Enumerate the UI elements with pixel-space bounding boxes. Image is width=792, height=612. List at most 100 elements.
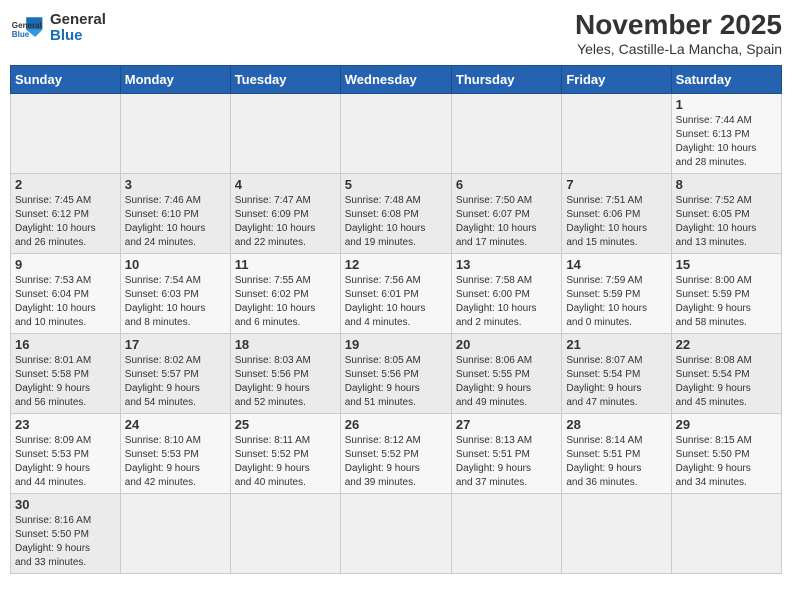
calendar-cell: 5 Sunrise: 7:48 AM Sunset: 6:08 PM Daylig… (340, 173, 451, 253)
day-number: 11 (235, 257, 336, 272)
calendar-cell: 22Sunrise: 8:08 AM Sunset: 5:54 PM Dayli… (671, 333, 781, 413)
weekday-header-saturday: Saturday (671, 65, 781, 93)
day-number: 26 (345, 417, 447, 432)
calendar-cell: 24 Sunrise: 8:10 AM Sunset: 5:53 PM Dayli… (120, 413, 230, 493)
calendar-cell (230, 493, 340, 573)
calendar-week-row: 23 Sunrise: 8:09 AM Sunset: 5:53 PM Dayli… (11, 413, 782, 493)
calendar-cell (562, 493, 671, 573)
calendar-week-row: 1Sunrise: 7:44 AM Sunset: 6:13 PM Daylig… (11, 93, 782, 173)
day-info: Sunrise: 8:02 AM Sunset: 5:57 PM Dayligh… (125, 354, 226, 410)
calendar-title: November 2025 (575, 10, 782, 41)
logo-general-text: General (50, 12, 106, 29)
weekday-header-thursday: Thursday (451, 65, 561, 93)
day-info: Sunrise: 8:13 AM Sunset: 5:51 PM Dayligh… (456, 434, 557, 490)
calendar-table: SundayMondayTuesdayWednesdayThursdayFrid… (10, 65, 782, 574)
calendar-cell: 16Sunrise: 8:01 AM Sunset: 5:58 PM Dayli… (11, 333, 121, 413)
logo-blue-text: Blue (50, 28, 106, 45)
day-info: Sunrise: 7:47 AM Sunset: 6:09 PM Dayligh… (235, 194, 336, 250)
calendar-cell (671, 493, 781, 573)
calendar-cell: 1Sunrise: 7:44 AM Sunset: 6:13 PM Daylig… (671, 93, 781, 173)
calendar-cell (11, 93, 121, 173)
page-header: General Blue General Blue November 2025 … (10, 10, 782, 57)
weekday-header-row: SundayMondayTuesdayWednesdayThursdayFrid… (11, 65, 782, 93)
day-number: 7 (566, 177, 666, 192)
calendar-cell: 30 Sunrise: 8:16 AM Sunset: 5:50 PM Dayli… (11, 493, 121, 573)
calendar-cell: 20Sunrise: 8:06 AM Sunset: 5:55 PM Dayli… (451, 333, 561, 413)
day-info: Sunrise: 7:45 AM Sunset: 6:12 PM Dayligh… (15, 194, 116, 250)
day-number: 10 (125, 257, 226, 272)
calendar-cell: 9Sunrise: 7:53 AM Sunset: 6:04 PM Daylig… (11, 253, 121, 333)
weekday-header-friday: Friday (562, 65, 671, 93)
day-info: Sunrise: 7:50 AM Sunset: 6:07 PM Dayligh… (456, 194, 557, 250)
day-number: 24 (125, 417, 226, 432)
calendar-cell (120, 493, 230, 573)
day-number: 17 (125, 337, 226, 352)
day-number: 27 (456, 417, 557, 432)
calendar-cell (340, 93, 451, 173)
svg-text:Blue: Blue (12, 30, 30, 39)
calendar-cell: 19 Sunrise: 8:05 AM Sunset: 5:56 PM Dayli… (340, 333, 451, 413)
day-number: 19 (345, 337, 447, 352)
day-number: 2 (15, 177, 116, 192)
calendar-week-row: 9Sunrise: 7:53 AM Sunset: 6:04 PM Daylig… (11, 253, 782, 333)
calendar-cell: 4 Sunrise: 7:47 AM Sunset: 6:09 PM Daylig… (230, 173, 340, 253)
day-number: 29 (676, 417, 777, 432)
day-number: 14 (566, 257, 666, 272)
day-info: Sunrise: 7:52 AM Sunset: 6:05 PM Dayligh… (676, 194, 777, 250)
calendar-cell: 7Sunrise: 7:51 AM Sunset: 6:06 PM Daylig… (562, 173, 671, 253)
day-number: 18 (235, 337, 336, 352)
calendar-cell: 25 Sunrise: 8:11 AM Sunset: 5:52 PM Dayli… (230, 413, 340, 493)
logo: General Blue General Blue (10, 10, 106, 46)
day-info: Sunrise: 7:59 AM Sunset: 5:59 PM Dayligh… (566, 274, 666, 330)
calendar-cell: 29 Sunrise: 8:15 AM Sunset: 5:50 PM Dayli… (671, 413, 781, 493)
day-info: Sunrise: 8:15 AM Sunset: 5:50 PM Dayligh… (676, 434, 777, 490)
calendar-cell (230, 93, 340, 173)
day-info: Sunrise: 8:00 AM Sunset: 5:59 PM Dayligh… (676, 274, 777, 330)
day-number: 30 (15, 497, 116, 512)
day-info: Sunrise: 8:10 AM Sunset: 5:53 PM Dayligh… (125, 434, 226, 490)
day-info: Sunrise: 7:55 AM Sunset: 6:02 PM Dayligh… (235, 274, 336, 330)
day-number: 23 (15, 417, 116, 432)
calendar-cell: 21 Sunrise: 8:07 AM Sunset: 5:54 PM Dayli… (562, 333, 671, 413)
day-number: 25 (235, 417, 336, 432)
day-number: 21 (566, 337, 666, 352)
calendar-cell (120, 93, 230, 173)
day-number: 5 (345, 177, 447, 192)
day-info: Sunrise: 8:07 AM Sunset: 5:54 PM Dayligh… (566, 354, 666, 410)
calendar-cell: 2 Sunrise: 7:45 AM Sunset: 6:12 PM Daylig… (11, 173, 121, 253)
calendar-cell: 3Sunrise: 7:46 AM Sunset: 6:10 PM Daylig… (120, 173, 230, 253)
day-info: Sunrise: 8:06 AM Sunset: 5:55 PM Dayligh… (456, 354, 557, 410)
day-info: Sunrise: 8:01 AM Sunset: 5:58 PM Dayligh… (15, 354, 116, 410)
day-info: Sunrise: 8:05 AM Sunset: 5:56 PM Dayligh… (345, 354, 447, 410)
calendar-week-row: 16Sunrise: 8:01 AM Sunset: 5:58 PM Dayli… (11, 333, 782, 413)
day-info: Sunrise: 7:58 AM Sunset: 6:00 PM Dayligh… (456, 274, 557, 330)
day-number: 6 (456, 177, 557, 192)
calendar-cell: 15 Sunrise: 8:00 AM Sunset: 5:59 PM Dayli… (671, 253, 781, 333)
day-info: Sunrise: 8:16 AM Sunset: 5:50 PM Dayligh… (15, 514, 116, 570)
weekday-header-monday: Monday (120, 65, 230, 93)
calendar-cell: 26Sunrise: 8:12 AM Sunset: 5:52 PM Dayli… (340, 413, 451, 493)
day-info: Sunrise: 8:09 AM Sunset: 5:53 PM Dayligh… (15, 434, 116, 490)
day-number: 22 (676, 337, 777, 352)
day-info: Sunrise: 7:56 AM Sunset: 6:01 PM Dayligh… (345, 274, 447, 330)
svg-text:General: General (12, 21, 42, 30)
calendar-cell: 10Sunrise: 7:54 AM Sunset: 6:03 PM Dayli… (120, 253, 230, 333)
day-number: 9 (15, 257, 116, 272)
calendar-cell (451, 493, 561, 573)
title-block: November 2025 Yeles, Castille-La Mancha,… (575, 10, 782, 57)
day-info: Sunrise: 8:11 AM Sunset: 5:52 PM Dayligh… (235, 434, 336, 490)
calendar-cell: 18 Sunrise: 8:03 AM Sunset: 5:56 PM Dayli… (230, 333, 340, 413)
calendar-cell (340, 493, 451, 573)
calendar-cell: 14 Sunrise: 7:59 AM Sunset: 5:59 PM Dayli… (562, 253, 671, 333)
calendar-cell: 23 Sunrise: 8:09 AM Sunset: 5:53 PM Dayli… (11, 413, 121, 493)
calendar-cell: 13 Sunrise: 7:58 AM Sunset: 6:00 PM Dayli… (451, 253, 561, 333)
day-number: 4 (235, 177, 336, 192)
day-number: 15 (676, 257, 777, 272)
day-info: Sunrise: 7:48 AM Sunset: 6:08 PM Dayligh… (345, 194, 447, 250)
day-info: Sunrise: 7:46 AM Sunset: 6:10 PM Dayligh… (125, 194, 226, 250)
logo-icon: General Blue (10, 10, 46, 46)
day-number: 8 (676, 177, 777, 192)
calendar-cell: 11 Sunrise: 7:55 AM Sunset: 6:02 PM Dayli… (230, 253, 340, 333)
day-number: 13 (456, 257, 557, 272)
day-info: Sunrise: 8:03 AM Sunset: 5:56 PM Dayligh… (235, 354, 336, 410)
